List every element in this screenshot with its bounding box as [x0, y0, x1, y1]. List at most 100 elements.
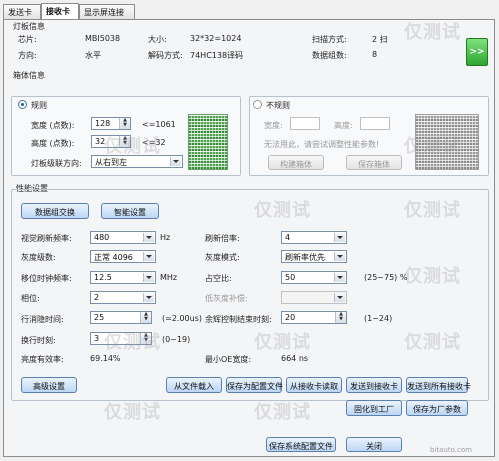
chip-value: MBI5038 [85, 34, 121, 43]
afterglow-hint: (1~24) [364, 314, 393, 323]
solidify-all-button[interactable]: 保存为厂参数 [406, 400, 468, 416]
chevron-down-icon [143, 293, 154, 302]
width-hint: <=1061 [142, 120, 176, 129]
save-system-config-button[interactable]: 保存系统配置文件 [266, 437, 336, 452]
refresh-label: 视觉刷新频率: [21, 234, 72, 243]
chevron-down-icon [143, 233, 154, 242]
direction-value: 水平 [85, 51, 101, 60]
save-box-button[interactable]: 保存箱体 [346, 155, 402, 170]
afterglow-input[interactable]: 20 ▲ ▼ [281, 311, 347, 324]
low-gray-select[interactable] [281, 291, 347, 304]
shift-select[interactable]: 12.5 [90, 271, 156, 284]
refresh-select[interactable]: 480 [90, 231, 156, 244]
width-spin-icon[interactable]: ▲ ▼ [119, 118, 130, 129]
watermark: 仅测试 [254, 402, 311, 423]
irregular-height-label: 高度: [334, 121, 353, 130]
irregular-height-input[interactable] [360, 117, 390, 130]
irregular-radio[interactable] [253, 100, 262, 109]
watermark: 仅测试 [404, 332, 461, 353]
chip-label: 芯片: [18, 35, 37, 44]
watermark: 仅测试 [104, 136, 161, 157]
groups-label: 数据组数: [312, 51, 347, 60]
width-input-value: 128 [95, 119, 111, 128]
regular-radio[interactable] [18, 100, 27, 109]
save-config-file-button[interactable]: 保存为配置文件 [226, 377, 283, 393]
irregular-width-label: 宽度: [264, 121, 283, 130]
close-button[interactable]: 关闭 [346, 437, 402, 452]
refresh-value: 480 [94, 233, 110, 242]
line-blank-hint: (=2.00us) [162, 314, 202, 323]
chevron-down-icon [334, 252, 345, 261]
solidify-button[interactable]: 固化到工厂 [346, 400, 402, 416]
chevron-down-icon [143, 252, 154, 261]
gray-select[interactable]: 正常 4096 [90, 250, 156, 263]
gray-mode-value: 刷新率优先 [285, 253, 325, 262]
duty-value: 50 [285, 273, 296, 282]
width-input[interactable]: 128 ▲ ▼ [91, 117, 131, 130]
line-change-hint: (0~19) [162, 335, 191, 344]
rate-label: 刷新倍率: [205, 234, 240, 243]
advanced-settings-button[interactable]: 高级设置 [21, 377, 77, 393]
chevron-down-icon [334, 293, 345, 302]
min-oe-value: 664 ns [281, 354, 309, 363]
regular-label: 规则 [31, 101, 47, 110]
height-label: 高度 (点数): [31, 139, 75, 148]
direction-label: 方向: [18, 51, 37, 60]
gray-mode-label: 灰度模式: [205, 253, 240, 262]
line-change-label: 换行时刻: [21, 336, 56, 345]
rate-value: 4 [285, 233, 291, 242]
chevron-down-icon [334, 233, 345, 242]
chevron-down-icon [143, 273, 154, 282]
rate-select[interactable]: 4 [281, 231, 347, 244]
shift-value: 12.5 [94, 273, 112, 282]
read-back-button[interactable]: 从接收卡读取 [286, 377, 342, 393]
line-blank-input[interactable]: 25 ▲ ▼ [90, 311, 152, 324]
irregular-label: 不规则 [266, 101, 290, 110]
min-oe-label: 最小OE宽度: [205, 355, 252, 364]
watermark: 仅测试 [254, 200, 311, 221]
line-blank-value: 25 [94, 313, 105, 322]
load-from-file-button[interactable]: 从文件载入 [166, 377, 222, 393]
size-label: 大小: [148, 35, 167, 44]
scan-label: 扫描方式: [312, 35, 347, 44]
smart-settings-button[interactable]: 智能设置 [101, 203, 159, 219]
watermark: 仅测试 [104, 332, 161, 353]
cascade-direction-value: 从右到左 [95, 158, 127, 167]
line-blank-spin-icon[interactable]: ▲ ▼ [140, 312, 151, 323]
tab-display-connection[interactable]: 显示屏连接 [79, 4, 135, 19]
gray-mode-select[interactable]: 刷新率优先 [281, 250, 347, 263]
data-group-swap-button[interactable]: 数据组交换 [21, 203, 89, 219]
size-value: 32*32=1024 [190, 34, 242, 43]
cascade-title: 箱体信息 [11, 70, 47, 81]
duty-select[interactable]: 50 [281, 271, 347, 284]
gray-value: 正常 4096 [94, 253, 133, 262]
line-change-value: 3 [94, 334, 100, 343]
send-to-all-cards-button[interactable]: 发送到所有接收卡 [406, 377, 471, 393]
watermark: 仅测试 [104, 402, 161, 423]
shift-unit: MHz [160, 273, 178, 282]
cascade-direction-label: 灯板级联方向: [31, 159, 82, 168]
low-gray-label: 低灰度补偿: [205, 294, 248, 303]
build-box-button[interactable]: 构建箱体 [268, 155, 324, 170]
watermark: 仅测试 [404, 266, 461, 287]
chevron-down-icon [334, 273, 345, 282]
tab-receiver[interactable]: 接收卡 [41, 3, 79, 20]
scan-value: 2 扫 [372, 35, 388, 44]
groups-value: 8 [372, 50, 378, 59]
refresh-unit: Hz [160, 233, 171, 242]
regular-preview-pattern [188, 114, 228, 170]
brightness-label: 亮度有效率: [21, 355, 64, 364]
phase-label: 相位: [21, 294, 40, 303]
gray-label: 灰度级数: [21, 253, 56, 262]
duty-label: 占空比: [205, 274, 232, 283]
footer-logo: bitauto.com [430, 446, 472, 454]
afterglow-spin-icon[interactable]: ▲ ▼ [335, 312, 346, 323]
irregular-width-input[interactable] [290, 117, 320, 130]
watermark: 仅测试 [404, 136, 461, 157]
board-detail-button[interactable]: >> [466, 38, 488, 66]
phase-select[interactable]: 2 [90, 291, 156, 304]
shift-label: 移位时钟频率: [21, 274, 72, 283]
send-to-card-button[interactable]: 发送到接收卡 [346, 377, 402, 393]
width-label: 宽度 (点数): [31, 121, 75, 130]
tab-sender[interactable]: 发送卡 [3, 4, 41, 19]
